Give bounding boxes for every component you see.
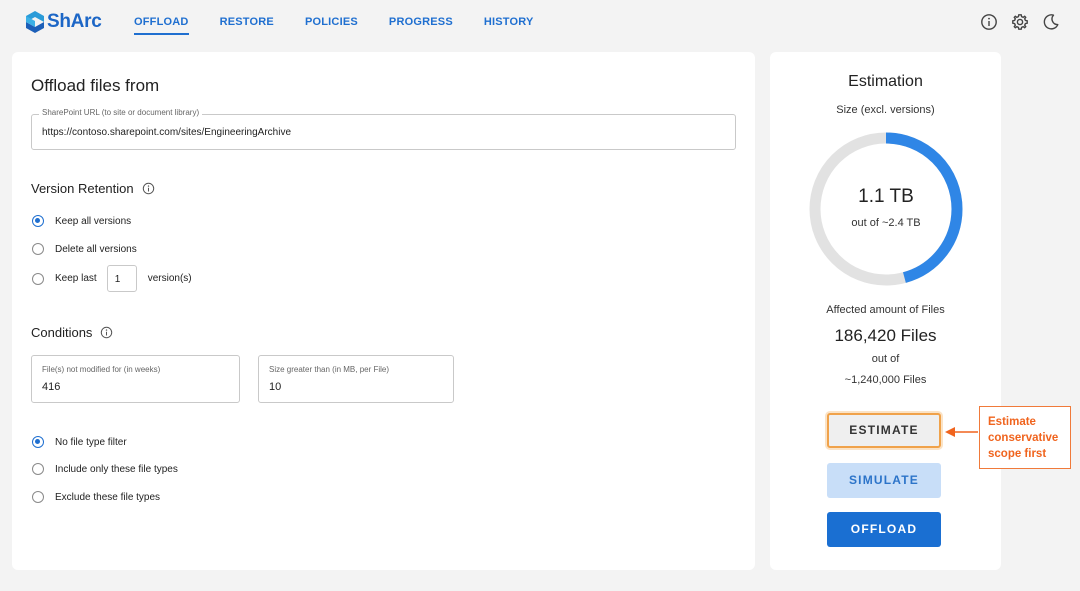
radio-label: Keep last (55, 273, 97, 284)
conditions-heading: Conditions (31, 325, 113, 340)
sharepoint-url-label: SharePoint URL (to site or document libr… (39, 108, 203, 117)
radio-button[interactable] (32, 463, 44, 475)
conditions-title: Conditions (31, 325, 93, 340)
radio-button[interactable] (32, 491, 44, 503)
radio-exclude-file-types[interactable]: Exclude these file types (32, 491, 160, 503)
size-value: 1.1 TB (858, 186, 914, 207)
radio-label: Delete all versions (55, 243, 137, 255)
callout-arrow-icon (945, 427, 978, 437)
tab-policies[interactable]: POLICIES (305, 16, 358, 35)
tab-restore[interactable]: RESTORE (220, 16, 274, 35)
donut-center: 1.1 TB out of ~2.4 TB (806, 129, 966, 289)
info-icon[interactable] (100, 326, 113, 339)
moon-icon[interactable] (1042, 13, 1060, 31)
radio-label: No file type filter (55, 436, 127, 448)
tab-history[interactable]: HISTORY (484, 16, 534, 35)
top-right-actions (967, 13, 1060, 31)
radio-label: Keep all versions (55, 215, 132, 227)
radio-include-file-types[interactable]: Include only these file types (32, 463, 178, 475)
app-name: ShArc (47, 11, 102, 32)
callout-line: Estimate (988, 416, 1036, 428)
sharepoint-url-value[interactable]: https://contoso.sharepoint.com/sites/Eng… (42, 127, 291, 138)
estimate-button[interactable]: ESTIMATE (827, 413, 941, 448)
size-label: Size (excl. versions) (836, 104, 935, 116)
affected-files-total: ~1,240,000 Files (844, 374, 927, 386)
top-navigation-bar: ShArc OFFLOAD RESTORE POLICIES PROGRESS … (0, 0, 1080, 46)
radio-button[interactable] (32, 272, 44, 285)
main-tabs: OFFLOAD RESTORE POLICIES PROGRESS HISTOR… (134, 16, 565, 35)
tab-progress[interactable]: PROGRESS (389, 16, 453, 35)
app-logo[interactable]: ShArc (26, 11, 102, 33)
version-retention-title: Version Retention (31, 181, 134, 196)
radio-label: Include only these file types (55, 463, 178, 475)
radio-delete-all-versions[interactable]: Delete all versions (32, 243, 137, 255)
tab-offload[interactable]: OFFLOAD (134, 16, 189, 35)
offload-form-panel: Offload files from SharePoint URL (to si… (12, 52, 755, 570)
radio-button-selected[interactable] (32, 215, 44, 227)
simulate-button[interactable]: SIMULATE (827, 463, 941, 498)
page-title: Offload files from (31, 76, 160, 95)
sharepoint-url-field[interactable]: SharePoint URL (to site or document libr… (31, 108, 736, 150)
size-greater-label: Size greater than (in MB, per File) (269, 365, 390, 374)
radio-button[interactable] (32, 243, 44, 255)
version-retention-heading: Version Retention (31, 181, 155, 196)
radio-keep-all-versions[interactable]: Keep all versions (32, 215, 131, 227)
radio-label-suffix: version(s) (147, 273, 192, 284)
annotation-callout: Estimate conservative scope first (979, 406, 1071, 469)
estimation-panel: Estimation Size (excl. versions) 1.1 TB … (770, 52, 1001, 570)
info-icon[interactable] (142, 182, 155, 195)
size-out-of: out of ~2.4 TB (851, 217, 921, 229)
affected-files-label: Affected amount of Files (826, 304, 945, 316)
radio-button-selected[interactable] (32, 436, 44, 448)
size-greater-mb-field[interactable]: Size greater than (in MB, per File) 10 (258, 355, 454, 403)
affected-files-value: 186,420 Files (834, 326, 937, 345)
sharc-logo-icon (26, 11, 44, 33)
estimation-title: Estimation (848, 73, 923, 90)
affected-files-out-of: out of (871, 353, 900, 365)
keep-last-count-input[interactable]: 1 (106, 265, 137, 292)
callout-line: conservative (988, 432, 1059, 444)
size-greater-value[interactable]: 10 (269, 381, 281, 393)
radio-label: Exclude these file types (55, 491, 161, 503)
not-modified-label: File(s) not modified for (in weeks) (42, 365, 161, 374)
not-modified-value[interactable]: 416 (42, 381, 60, 393)
radio-keep-last-versions[interactable]: Keep last 1 version(s) (32, 265, 192, 292)
info-icon[interactable] (980, 13, 998, 31)
radio-no-file-type-filter[interactable]: No file type filter (32, 436, 127, 448)
callout-line: scope first (988, 448, 1047, 460)
not-modified-weeks-field[interactable]: File(s) not modified for (in weeks) 416 (31, 355, 240, 403)
offload-button[interactable]: OFFLOAD (827, 512, 941, 547)
gear-icon[interactable] (1011, 13, 1029, 31)
